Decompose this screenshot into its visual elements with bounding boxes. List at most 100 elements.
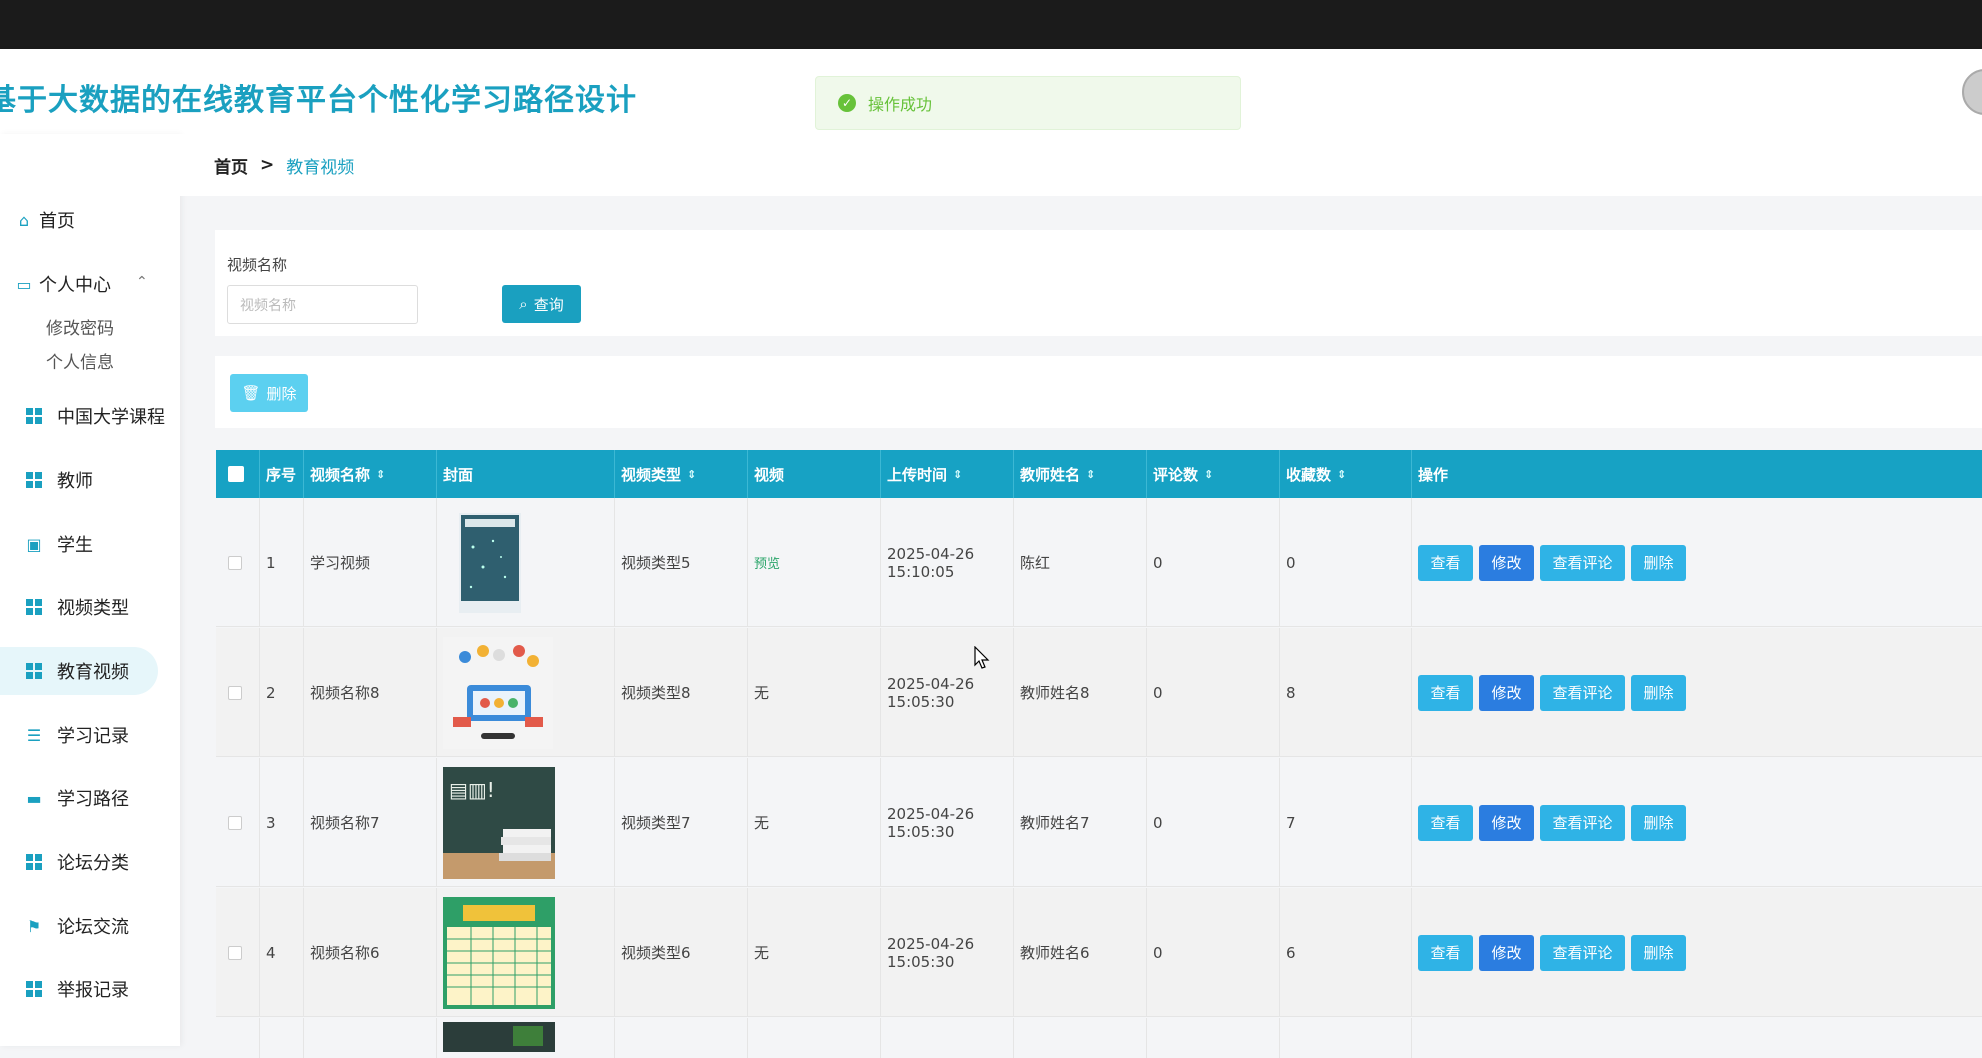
cell-ops: 查看 修改 查看评论 删除 bbox=[1412, 498, 1982, 627]
view-comments-button[interactable]: 查看评论 bbox=[1540, 544, 1625, 581]
cell-name: 视频名称7 bbox=[304, 758, 437, 887]
th-type[interactable]: 视频类型 ⇕ bbox=[615, 450, 748, 498]
cell-index: 1 bbox=[260, 498, 304, 627]
sidebar-subitem-change-password[interactable]: 修改密码 bbox=[46, 314, 114, 339]
search-label: 视频名称 bbox=[227, 256, 288, 274]
edit-button[interactable]: 修改 bbox=[1479, 934, 1534, 971]
app-title: 基于大数据的在线教育平台个性化学习路径设计 bbox=[0, 83, 637, 118]
search-panel: 视频名称 ⌕ 查询 bbox=[215, 230, 1982, 336]
row-checkbox[interactable] bbox=[228, 685, 242, 700]
view-button[interactable]: 查看 bbox=[1418, 934, 1473, 971]
cover-image[interactable]: ▤▥! bbox=[443, 766, 555, 879]
sort-icon[interactable]: ⇕ bbox=[1204, 468, 1213, 481]
sort-icon[interactable]: ⇕ bbox=[1337, 468, 1346, 481]
sidebar-item-forum[interactable]: ⚑ 论坛交流 bbox=[0, 902, 180, 950]
cell-cover bbox=[437, 628, 615, 757]
sidebar: ⌂ 首页 ▭ 个人中心 ⌃ 修改密码 个人信息 中国大学课程 教师 ▣ 学生 视… bbox=[0, 134, 180, 1046]
search-button-label: 查询 bbox=[533, 296, 564, 314]
th-comments[interactable]: 评论数 ⇕ bbox=[1147, 450, 1280, 498]
view-comments-button[interactable]: 查看评论 bbox=[1540, 674, 1625, 711]
sidebar-item-label: 论坛交流 bbox=[57, 917, 129, 938]
toast-message: 操作成功 bbox=[868, 95, 933, 114]
th-upload-time[interactable]: 上传时间 ⇕ bbox=[881, 450, 1014, 498]
sort-icon[interactable]: ⇕ bbox=[953, 468, 962, 481]
chevron-up-icon[interactable]: ⌃ bbox=[136, 274, 148, 290]
cell-teacher bbox=[1014, 1018, 1147, 1058]
sidebar-item-label: 学习记录 bbox=[57, 726, 129, 747]
cover-image[interactable] bbox=[443, 896, 555, 1009]
sidebar-item-label: 首页 bbox=[39, 211, 75, 232]
search-icon: ⌕ bbox=[519, 295, 528, 313]
view-button[interactable]: 查看 bbox=[1418, 674, 1473, 711]
sidebar-item-student[interactable]: ▣ 学生 bbox=[0, 520, 180, 568]
sidebar-item-forum-category[interactable]: 论坛分类 bbox=[0, 838, 180, 886]
edit-button[interactable]: 修改 bbox=[1479, 544, 1534, 581]
cell-cover: ▤▥! bbox=[437, 758, 615, 887]
sidebar-item-video-type[interactable]: 视频类型 bbox=[0, 583, 180, 631]
view-button[interactable]: 查看 bbox=[1418, 804, 1473, 841]
th-ops-label: 操作 bbox=[1418, 465, 1449, 484]
cell-favorites bbox=[1280, 1018, 1412, 1058]
view-button[interactable]: 查看 bbox=[1418, 544, 1473, 581]
cover-image[interactable] bbox=[443, 507, 523, 619]
delete-button[interactable]: 删除 bbox=[1631, 934, 1686, 971]
cell-upload-time: 2025-04-26 15:05:30 bbox=[881, 758, 1014, 887]
cell-type: 视频类型5 bbox=[615, 498, 748, 627]
sidebar-item-study-path[interactable]: ▬ 学习路径 bbox=[0, 774, 180, 822]
sidebar-item-china-univ-course[interactable]: 中国大学课程 bbox=[0, 392, 180, 440]
sidebar-item-label: 教育视频 bbox=[57, 662, 129, 683]
cell-comments: 0 bbox=[1147, 628, 1280, 757]
sidebar-item-label: 学生 bbox=[57, 535, 93, 556]
check-circle-icon: ✓ bbox=[838, 94, 856, 112]
sidebar-item-home[interactable]: ⌂ 首页 bbox=[0, 196, 180, 244]
view-comments-button[interactable]: 查看评论 bbox=[1540, 934, 1625, 971]
cell-index bbox=[260, 1018, 304, 1058]
preview-link[interactable]: 预览 bbox=[754, 553, 780, 572]
breadcrumb-home[interactable]: 首页 bbox=[214, 153, 248, 178]
table-row: 4 视频名称6 视频类型6 无 2025-04-26 15:05:30 教师姓名… bbox=[216, 888, 1982, 1017]
th-teacher[interactable]: 教师姓名 ⇕ bbox=[1014, 450, 1147, 498]
edit-button[interactable]: 修改 bbox=[1479, 674, 1534, 711]
th-cover-label: 封面 bbox=[443, 465, 474, 484]
avatar[interactable] bbox=[1962, 69, 1982, 115]
sidebar-item-study-record[interactable]: ☰ 学习记录 bbox=[0, 711, 180, 759]
sort-icon[interactable]: ⇕ bbox=[1086, 468, 1095, 481]
cell-video: 无 bbox=[748, 888, 881, 1017]
row-checkbox[interactable] bbox=[228, 945, 242, 960]
th-video: 视频 bbox=[748, 450, 881, 498]
sidebar-item-personal-center[interactable]: ▭ 个人中心 bbox=[0, 260, 180, 308]
sidebar-item-report-record[interactable]: 举报记录 bbox=[0, 965, 180, 1013]
home-icon: ⌂ bbox=[18, 210, 30, 230]
th-name[interactable]: 视频名称 ⇕ bbox=[304, 450, 437, 498]
cell-favorites: 8 bbox=[1280, 628, 1412, 757]
th-favorites[interactable]: 收藏数 ⇕ bbox=[1280, 450, 1412, 498]
cover-image[interactable] bbox=[443, 1022, 555, 1052]
batch-delete-button[interactable]: 🗑 删除 bbox=[230, 374, 308, 412]
sidebar-item-edu-video[interactable]: 教育视频 bbox=[0, 647, 158, 695]
delete-button[interactable]: 删除 bbox=[1631, 544, 1686, 581]
sidebar-subitem-personal-info[interactable]: 个人信息 bbox=[46, 348, 114, 373]
search-input[interactable] bbox=[227, 285, 418, 324]
cell-type bbox=[615, 1018, 748, 1058]
view-comments-button[interactable]: 查看评论 bbox=[1540, 804, 1625, 841]
breadcrumb-current: 教育视频 bbox=[286, 157, 355, 178]
cover-image[interactable] bbox=[443, 636, 553, 749]
edit-button[interactable]: 修改 bbox=[1479, 804, 1534, 841]
delete-button[interactable]: 删除 bbox=[1631, 674, 1686, 711]
row-select-cell bbox=[216, 628, 260, 757]
flag-icon: ⚑ bbox=[26, 916, 42, 936]
th-upload-time-label: 上传时间 bbox=[887, 465, 948, 484]
row-select-cell bbox=[216, 758, 260, 887]
select-all-checkbox[interactable] bbox=[228, 466, 244, 482]
search-button[interactable]: ⌕ 查询 bbox=[502, 285, 581, 323]
delete-button[interactable]: 删除 bbox=[1631, 804, 1686, 841]
sort-icon[interactable]: ⇕ bbox=[687, 468, 696, 481]
row-checkbox[interactable] bbox=[228, 555, 242, 570]
cell-comments bbox=[1147, 1018, 1280, 1058]
monitor-icon: ▬ bbox=[26, 788, 42, 808]
sidebar-item-label: 学习路径 bbox=[57, 789, 129, 810]
sidebar-item-teacher[interactable]: 教师 bbox=[0, 456, 180, 504]
sort-icon[interactable]: ⇕ bbox=[376, 468, 385, 481]
row-checkbox[interactable] bbox=[228, 815, 242, 830]
grid-icon bbox=[25, 471, 43, 489]
